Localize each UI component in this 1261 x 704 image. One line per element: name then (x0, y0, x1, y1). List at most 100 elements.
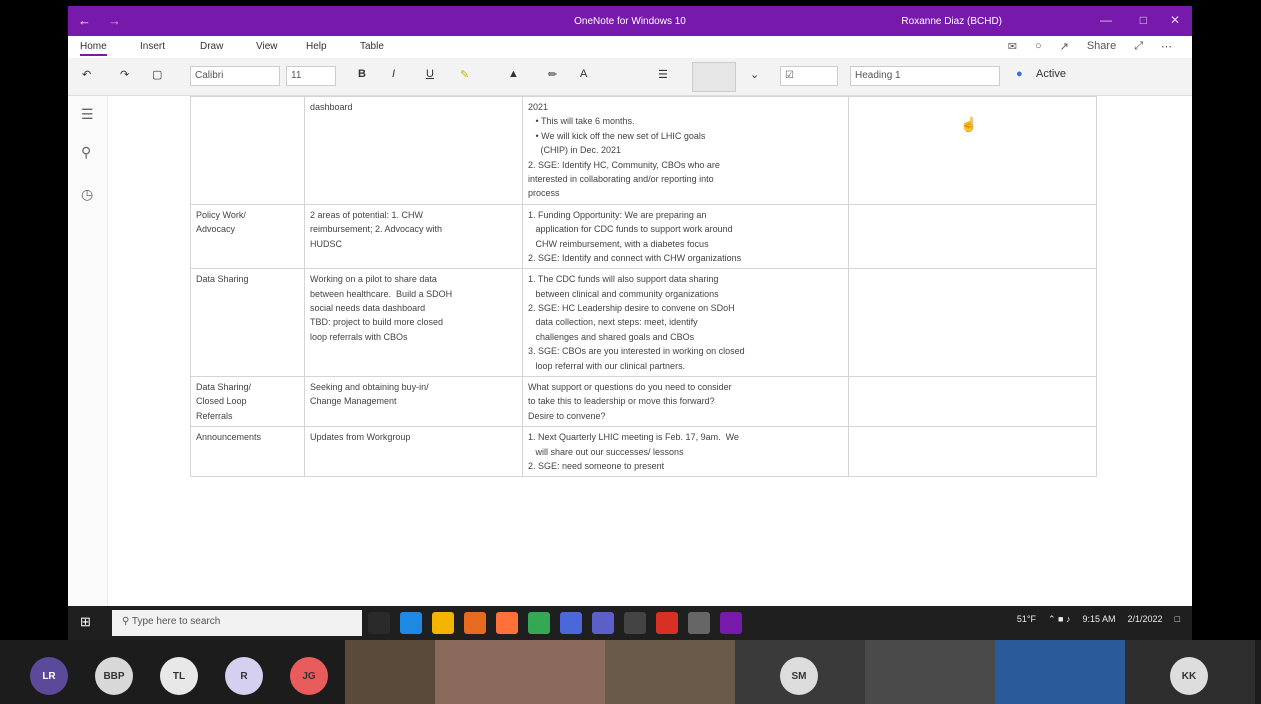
onenote-icon[interactable] (720, 612, 742, 634)
underline-button[interactable]: U (426, 68, 434, 80)
cell-text: Updates from Workgroup (310, 432, 411, 443)
format-painter-icon[interactable]: ✏ (548, 68, 557, 81)
tool-icon[interactable] (688, 612, 710, 634)
table-cell[interactable]: Policy Work/Advocacy (190, 203, 305, 270)
video-tile[interactable] (435, 640, 605, 704)
bell-icon[interactable]: ✉ (1008, 40, 1017, 53)
lightbulb-icon[interactable]: ○ (1035, 40, 1042, 53)
clock-time[interactable]: 9:15 AM (1082, 614, 1115, 625)
clipboard-icon[interactable]: ▢ (152, 68, 162, 81)
chevron-down-icon[interactable]: ⌄ (750, 68, 759, 81)
mail-icon[interactable] (624, 612, 646, 634)
app-icon[interactable] (560, 612, 582, 634)
acrobat-icon[interactable] (656, 612, 678, 634)
table-cell[interactable]: 2 areas of potential: 1. CHW reimbursemen… (304, 203, 523, 270)
video-tile[interactable] (605, 640, 735, 704)
bullet-list-button[interactable] (692, 62, 736, 92)
tab-help[interactable]: Help (306, 41, 327, 52)
taskbar-search[interactable]: ⚲ Type here to search (112, 610, 362, 636)
table-cell[interactable] (848, 203, 1097, 270)
style-select[interactable]: Heading 1 (850, 66, 1000, 86)
dictate-label[interactable]: Active (1036, 68, 1066, 80)
cell-text: 2021 (528, 102, 549, 112)
maximize-icon[interactable]: □ (1140, 13, 1147, 27)
video-tile[interactable] (865, 640, 995, 704)
file-explorer-icon[interactable] (432, 612, 454, 634)
note-page[interactable]: dashboard 2021 • This will take 6 months.… (108, 96, 1192, 606)
firefox-icon[interactable] (496, 612, 518, 634)
task-view-icon[interactable] (368, 612, 390, 634)
more-icon[interactable]: ⋯ (1161, 40, 1172, 53)
table-cell[interactable] (190, 96, 305, 205)
table-cell[interactable] (848, 268, 1097, 378)
chrome-icon[interactable] (528, 612, 550, 634)
redo-icon[interactable]: ↷ (120, 68, 129, 81)
avatar[interactable]: R (225, 657, 263, 695)
cell-text: social needs data dashboard (310, 303, 426, 314)
tray-icons[interactable]: ⌃ ■ ♪ (1048, 614, 1070, 625)
search-icon[interactable]: ⚲ (81, 144, 91, 161)
table-cell[interactable]: What support or questions do you need to… (522, 376, 849, 428)
table-cell[interactable]: Seeking and obtaining buy-in/Change Mana… (304, 376, 523, 428)
microphone-icon[interactable]: ● (1016, 68, 1023, 80)
font-name-select[interactable]: Calibri (190, 66, 280, 86)
notebooks-icon[interactable]: ☰ (81, 106, 94, 123)
tab-insert[interactable]: Insert (140, 41, 165, 52)
table-cell[interactable]: Working on a pilot to share data between … (304, 268, 523, 378)
font-color-icon[interactable]: ▲ (508, 68, 519, 80)
table-cell[interactable]: dashboard (304, 96, 523, 205)
italic-button[interactable]: I (392, 68, 395, 80)
cell-text: loop referral with our clinical partners… (528, 360, 686, 371)
video-tile[interactable] (995, 640, 1125, 704)
table-cell[interactable]: 2021 • This will take 6 months. • We wil… (522, 96, 849, 205)
teams-icon[interactable] (592, 612, 614, 634)
table-row: Announcements Updates from Workgroup 1. Ne… (190, 426, 1097, 478)
avatar[interactable]: LR (30, 657, 68, 695)
list-icon[interactable]: ☰ (658, 68, 668, 81)
table-cell[interactable]: Data Sharing/Closed Loop Referrals (190, 376, 305, 428)
expand-icon[interactable]: ⤢ (1134, 40, 1143, 53)
tab-home[interactable]: Home (80, 41, 107, 56)
edge-icon[interactable] (400, 612, 422, 634)
windows-start-icon[interactable]: ⊞ (80, 615, 94, 629)
user-account[interactable]: Roxanne Diaz (BCHD) (901, 16, 1002, 27)
menu-right-tools: ✉ ○ ↗ Share ⤢ ⋯ (1008, 40, 1172, 53)
weather-label[interactable]: 51°F (1017, 614, 1036, 625)
cell-text: CHW reimbursement, with a diabetes focus (528, 238, 709, 249)
font-size-select[interactable]: 11 (286, 66, 336, 86)
clear-format-icon[interactable]: A (580, 68, 587, 80)
cell-text: 2. SGE: need someone to present (528, 460, 665, 471)
undo-icon[interactable]: ↶ (82, 68, 91, 81)
tab-table[interactable]: Table (360, 41, 384, 52)
tab-draw[interactable]: Draw (200, 41, 223, 52)
bold-button[interactable]: B (358, 68, 366, 80)
avatar[interactable]: JG (290, 657, 328, 695)
table-cell[interactable] (848, 426, 1097, 478)
minimize-icon[interactable]: — (1100, 13, 1112, 27)
video-tile[interactable] (345, 640, 435, 704)
avatar[interactable]: TL (160, 657, 198, 695)
table-cell[interactable] (848, 376, 1097, 428)
close-icon[interactable]: ✕ (1170, 13, 1180, 27)
tab-view[interactable]: View (256, 41, 278, 52)
table-cell[interactable]: 1. The CDC funds will also support data … (522, 268, 849, 378)
table-cell[interactable]: 1. Funding Opportunity: We are preparing… (522, 203, 849, 270)
video-tile[interactable]: KK (1125, 640, 1255, 704)
table-cell[interactable]: 1. Next Quarterly LHIC meeting is Feb. 1… (522, 426, 849, 478)
share-button[interactable]: Share (1087, 40, 1116, 53)
avatar[interactable]: BBP (95, 657, 133, 695)
table-cell[interactable] (848, 96, 1097, 205)
table-cell[interactable]: Data Sharing (190, 268, 305, 378)
cell-text: HUDSC (310, 238, 343, 249)
video-tile[interactable]: SM (735, 640, 865, 704)
store-icon[interactable] (464, 612, 486, 634)
table-cell[interactable]: Updates from Workgroup (304, 426, 523, 478)
clock-date[interactable]: 2/1/2022 (1128, 614, 1163, 625)
notifications-icon[interactable]: □ (1175, 614, 1180, 625)
recent-icon[interactable]: ◷ (81, 186, 93, 203)
left-rail: ☰ ⚲ ◷ (68, 96, 108, 606)
highlight-icon[interactable]: ✎ (460, 68, 469, 81)
checkbox-tag-button[interactable]: ☑ (780, 66, 838, 86)
share-icon[interactable]: ↗ (1060, 40, 1069, 53)
table-cell[interactable]: Announcements (190, 426, 305, 478)
